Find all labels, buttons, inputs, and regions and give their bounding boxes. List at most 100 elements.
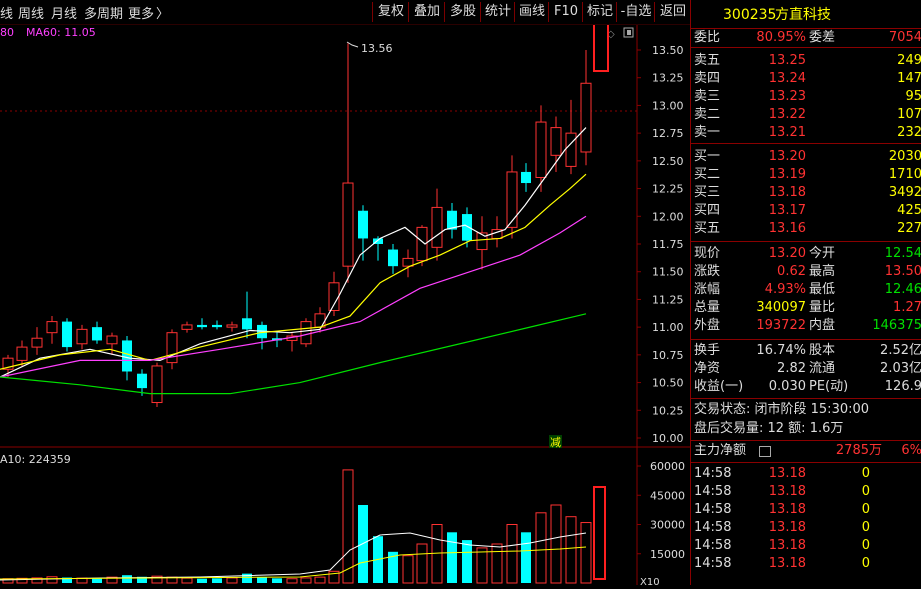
restore-right-button[interactable]: 复权 (372, 2, 409, 22)
ask-label: 卖一 (694, 125, 721, 140)
period-tab-day[interactable]: 线 (0, 3, 13, 22)
f10-button[interactable]: F10 (548, 2, 583, 22)
volume-bar-up (550, 504, 562, 584)
volume-axis-multiplier: X10 (640, 577, 660, 585)
stat-row[interactable]: 外盘 193722 内盘 146375 (691, 317, 921, 335)
volume-bar-down (447, 532, 457, 583)
mark-button[interactable]: 标记 (582, 2, 617, 22)
stat-row[interactable]: 总量 340097 量比 1.27 (691, 299, 921, 317)
bid-label: 买二 (694, 167, 721, 182)
stat-value-2: 13.50 (884, 264, 921, 279)
tick-volume: 0 (861, 466, 870, 481)
stat2-row[interactable]: 净资 2.82 流通 2.03亿 (691, 360, 921, 378)
price-axis-label: 12.25 (652, 183, 684, 196)
volume-bar-up (565, 516, 577, 584)
tick-time: 14:58 (694, 466, 732, 481)
kline-svg[interactable]: 13.50 13.25 13.00 12.75 12.50 12.25 12.00 11.75… (0, 13, 690, 588)
period-tab-week[interactable]: 周线 (18, 3, 44, 22)
tick-row[interactable]: 14:58 13.18 0 (691, 465, 921, 483)
stat-row[interactable]: 涨幅 4.93% 最低 12.46 (691, 281, 921, 299)
period-tab-multi[interactable]: 多周期 (84, 3, 123, 22)
bid-row[interactable]: 买四 13.17 425 (691, 202, 921, 220)
tick-time: 14:58 (694, 538, 732, 553)
expand-icon[interactable] (623, 27, 634, 38)
stat-label: 总量 (694, 300, 721, 315)
ask-row[interactable]: 卖二 13.22 107 (691, 106, 921, 124)
stat-value: 4.93% (764, 282, 806, 297)
ask-row[interactable]: 卖一 13.21 232 (691, 124, 921, 142)
price-axis-label: 13.00 (652, 99, 684, 112)
back-button[interactable]: 返回 (654, 2, 691, 22)
volume-bar-up (286, 578, 298, 584)
stat2-label-2: PE(动) (809, 379, 849, 394)
draw-line-button[interactable]: 画线 (514, 2, 549, 22)
tick-row[interactable]: 14:58 13.18 0 (691, 483, 921, 501)
bid-volume: 227 (897, 221, 921, 236)
ask-volume: 147 (897, 71, 921, 86)
ask-row[interactable]: 卖三 13.23 95 (691, 88, 921, 106)
statistics-button[interactable]: 统计 (480, 2, 515, 22)
remove-watchlist-button[interactable]: -自选 (616, 2, 655, 22)
candle-body-up (181, 324, 193, 330)
stat-label-2: 今开 (809, 246, 836, 261)
overlay-button[interactable]: 叠加 (408, 2, 445, 22)
price-axis-label: 11.50 (652, 266, 684, 279)
candle-body-up (314, 313, 326, 328)
bid-volume: 425 (897, 203, 921, 218)
main-flow-row[interactable]: 主力净额 2785万 6% (691, 442, 921, 460)
chevron-right-icon[interactable]: 〉 (156, 3, 169, 22)
volume-bar-down (122, 575, 132, 583)
volume-bar-down (521, 532, 531, 583)
multi-stock-button[interactable]: 多股 (444, 2, 481, 22)
ask-volume: 249 (897, 53, 921, 68)
stat-row[interactable]: 涨跌 0.62 最高 13.50 (691, 263, 921, 281)
candle-body-down (358, 210, 368, 239)
ask-label: 卖四 (694, 71, 721, 86)
volume-bar-down (212, 578, 222, 583)
stat-value: 340097 (756, 300, 806, 315)
weibi-label: 委比 (694, 30, 721, 45)
tick-row[interactable]: 14:58 13.18 0 (691, 537, 921, 555)
stat2-value: 16.74% (756, 343, 806, 358)
period-tab-month[interactable]: 月线 (51, 3, 77, 22)
ma20-line (0, 215, 587, 378)
volume-bar-down (197, 578, 207, 583)
main-flow-value: 2785万 (835, 443, 882, 458)
stat2-label: 净资 (694, 361, 721, 376)
ask-row[interactable]: 卖四 13.24 147 (691, 70, 921, 88)
stat2-value-2: 126.9 (884, 379, 921, 394)
tick-row[interactable]: 14:58 13.18 0 (691, 555, 921, 573)
stat2-row[interactable]: 收益(一) 0.030 PE(动) 126.9 (691, 378, 921, 396)
stock-header: 300235 方直科技 (691, 6, 921, 26)
candle-body-down (197, 324, 207, 328)
kline-chart-area[interactable]: 13.50 13.25 13.00 12.75 12.50 12.25 12.00 11.75… (0, 13, 690, 588)
tick-row[interactable]: 14:58 13.18 0 (691, 501, 921, 519)
period-tab-more[interactable]: 更多 (128, 3, 154, 22)
bid-row[interactable]: 买一 13.20 2030 (691, 148, 921, 166)
list-icon[interactable] (759, 446, 771, 457)
bid-row[interactable]: 买二 13.19 1710 (691, 166, 921, 184)
ask-row[interactable]: 卖五 13.25 249 (691, 52, 921, 70)
stat-row[interactable]: 现价 13.20 今开 12.54 (691, 245, 921, 263)
stat2-label: 换手 (694, 343, 721, 358)
stat2-row[interactable]: 换手 16.74% 股本 2.52亿 (691, 342, 921, 360)
candle-body-down (122, 340, 132, 372)
price-axis-label: 11.25 (652, 293, 684, 306)
reduce-badge: 减 (549, 435, 562, 449)
volume-bar-up (46, 576, 58, 584)
ask-price: 13.25 (768, 53, 806, 68)
candle-body-up (166, 332, 178, 364)
volume-bar-up (314, 576, 326, 584)
candle-body-up (151, 365, 163, 404)
price-axis-label: 10.75 (652, 349, 684, 362)
candle-body-up (431, 206, 443, 248)
stat-label-2: 内盘 (809, 318, 836, 333)
volume-bar-down (257, 577, 267, 583)
tick-row[interactable]: 14:58 13.18 0 (691, 519, 921, 537)
bid-label: 买一 (694, 149, 721, 164)
ask-volume: 95 (905, 89, 921, 104)
high-price-marker: 13.56 (346, 41, 393, 55)
bid-row[interactable]: 买五 13.16 227 (691, 220, 921, 238)
bid-row[interactable]: 买三 13.18 3492 (691, 184, 921, 202)
bid-label: 买三 (694, 185, 721, 200)
